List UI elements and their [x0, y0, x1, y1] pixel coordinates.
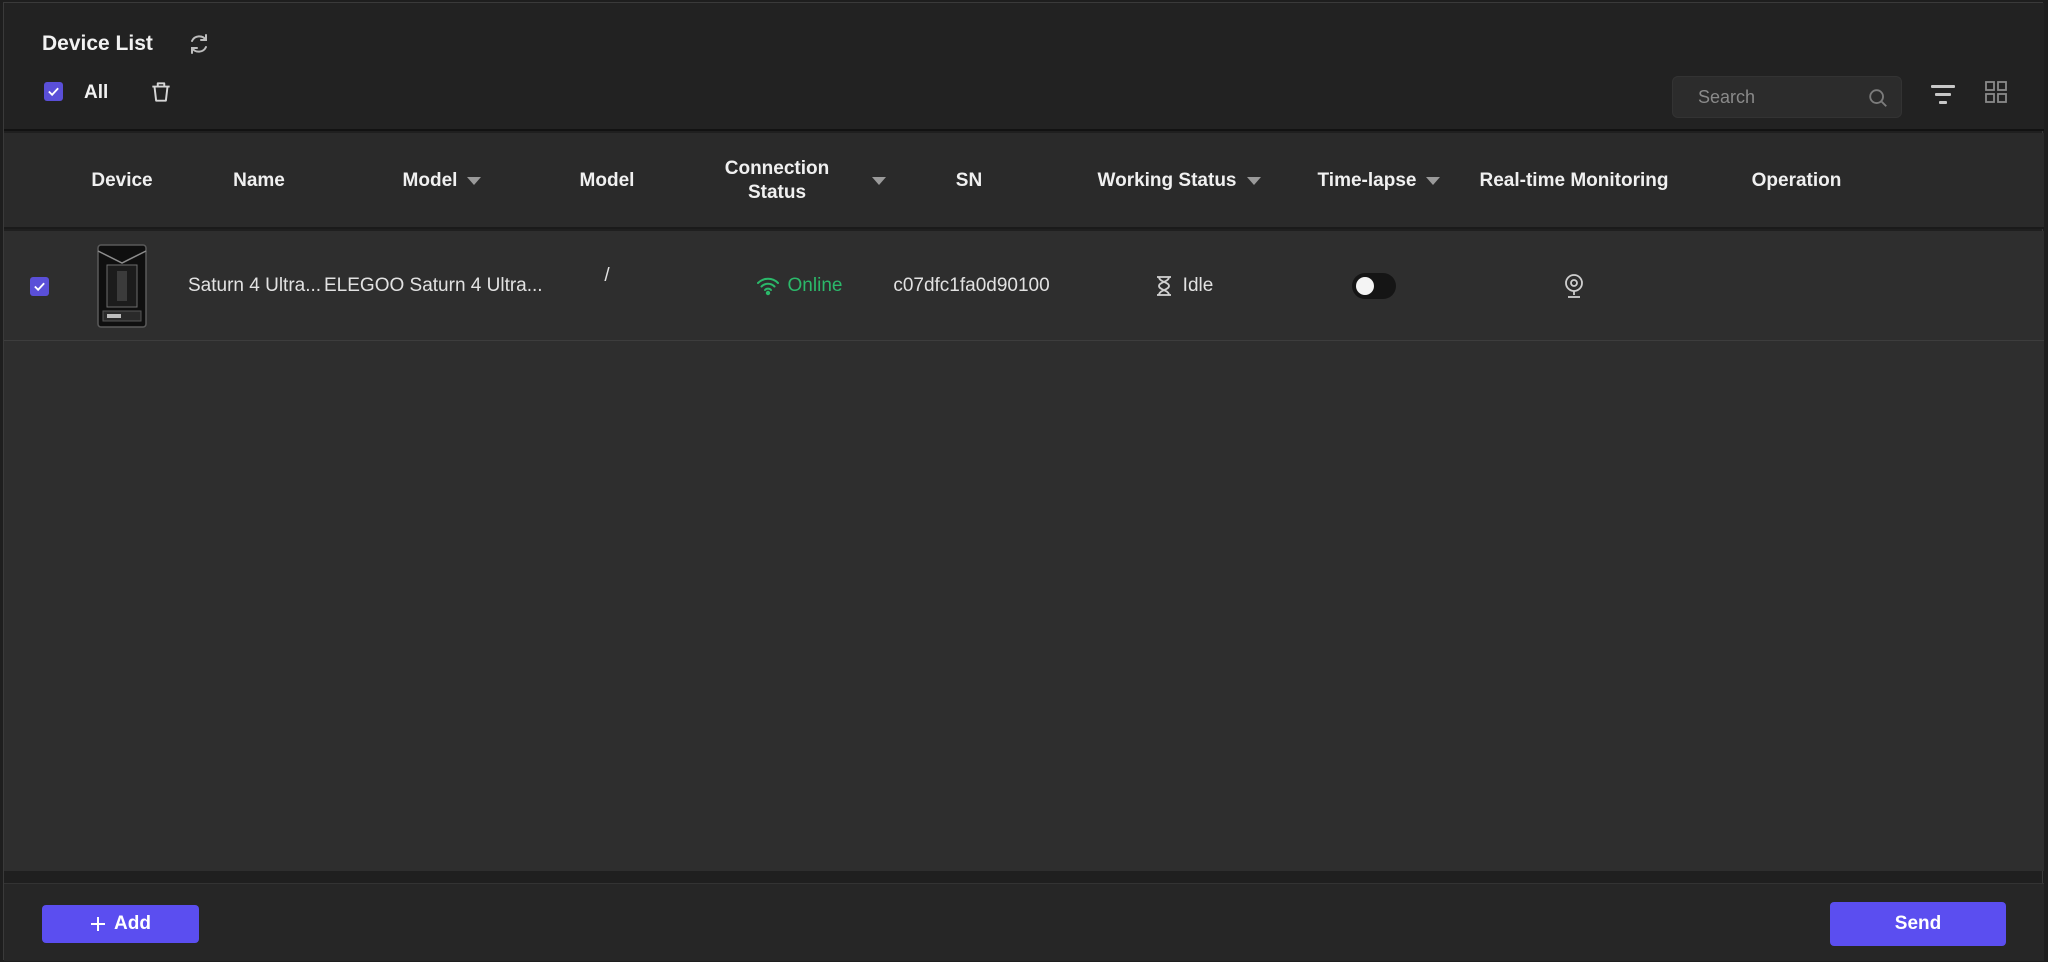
column-sn: SN — [919, 133, 1019, 229]
column-name-label: Name — [233, 170, 285, 191]
table-header: Device Name Model Model Connection Statu… — [4, 133, 2044, 229]
chevron-down-icon[interactable] — [872, 177, 886, 185]
device-model-full: ELEGOO Saturn 4 Ultra... — [324, 275, 543, 296]
column-operation-label: Operation — [1751, 170, 1842, 191]
column-device-label: Device — [91, 170, 153, 191]
timelapse-cell — [1334, 231, 1414, 341]
connection-status-label: Online — [787, 275, 843, 296]
trash-icon[interactable] — [148, 79, 174, 105]
select-all-label: All — [84, 82, 109, 103]
column-working-status[interactable]: Working Status — [1084, 133, 1274, 229]
column-model-filter[interactable]: Model — [372, 133, 512, 229]
refresh-icon[interactable] — [187, 32, 211, 56]
check-icon — [33, 282, 45, 291]
chevron-down-icon[interactable] — [1246, 177, 1261, 185]
monitoring-cell — [1534, 231, 1614, 341]
search-box — [1672, 76, 1902, 118]
add-device-button[interactable]: Add — [42, 905, 199, 943]
row-checkbox-cell — [22, 231, 56, 341]
operation-cell — [1724, 231, 1869, 341]
header: Device List All — [4, 3, 2044, 131]
column-monitoring: Real-time Monitoring — [1469, 133, 1679, 229]
column-working-status-label: Working Status — [1097, 170, 1237, 191]
timelapse-toggle[interactable] — [1352, 273, 1396, 299]
grid-view-icon[interactable] — [1984, 80, 2008, 104]
row-checkbox[interactable] — [29, 276, 49, 296]
working-status-label: Idle — [1182, 275, 1214, 296]
check-icon — [48, 87, 59, 97]
printer-thumbnail — [97, 244, 147, 328]
column-model: Model — [552, 133, 662, 229]
device-list-panel: Device List All Device Name Model Model … — [3, 2, 2044, 961]
filter-icon[interactable] — [1929, 82, 1957, 108]
column-connection-status[interactable]: Connection Status — [704, 133, 894, 229]
send-button-label: Send — [1894, 913, 1942, 934]
search-input[interactable] — [1673, 77, 1863, 117]
working-status: Idle — [1124, 231, 1244, 341]
online-status: Online — [756, 275, 843, 297]
column-operation: Operation — [1724, 133, 1869, 229]
column-connection-status-label: Connection Status — [724, 158, 830, 203]
add-button-label: Add — [114, 913, 151, 934]
webcam-icon[interactable] — [1562, 273, 1586, 299]
device-name: Saturn 4 Ultra... — [188, 275, 322, 296]
column-timelapse[interactable]: Time-lapse — [1309, 133, 1449, 229]
column-name: Name — [204, 133, 314, 229]
column-timelapse-label: Time-lapse — [1317, 170, 1417, 191]
search-icon[interactable] — [1867, 87, 1889, 109]
column-monitoring-label: Real-time Monitoring — [1479, 170, 1669, 191]
wifi-icon — [756, 277, 779, 296]
select-all-checkbox[interactable] — [44, 82, 63, 101]
device-sn: c07dfc1fa0d90100 — [893, 275, 1050, 296]
hourglass-icon — [1156, 276, 1171, 296]
device-image-cell — [84, 231, 160, 341]
footer: Add Send — [4, 883, 2044, 961]
send-button[interactable]: Send — [1830, 902, 2006, 946]
column-model-filter-label: Model — [402, 170, 458, 191]
device-model: / — [604, 265, 610, 286]
chevron-down-icon[interactable] — [467, 177, 482, 185]
chevron-down-icon[interactable] — [1426, 177, 1441, 185]
toggle-knob — [1356, 277, 1374, 295]
table-row[interactable]: Saturn 4 Ultra... ELEGOO Saturn 4 Ultra.… — [4, 231, 2044, 341]
column-model-label: Model — [579, 170, 635, 191]
connection-status: Online — [724, 231, 874, 341]
column-device: Device — [74, 133, 170, 229]
page-title: Device List — [42, 32, 153, 55]
plus-icon — [91, 917, 106, 931]
column-sn-label: SN — [955, 170, 983, 191]
table-body: Saturn 4 Ultra... ELEGOO Saturn 4 Ultra.… — [4, 231, 2044, 871]
